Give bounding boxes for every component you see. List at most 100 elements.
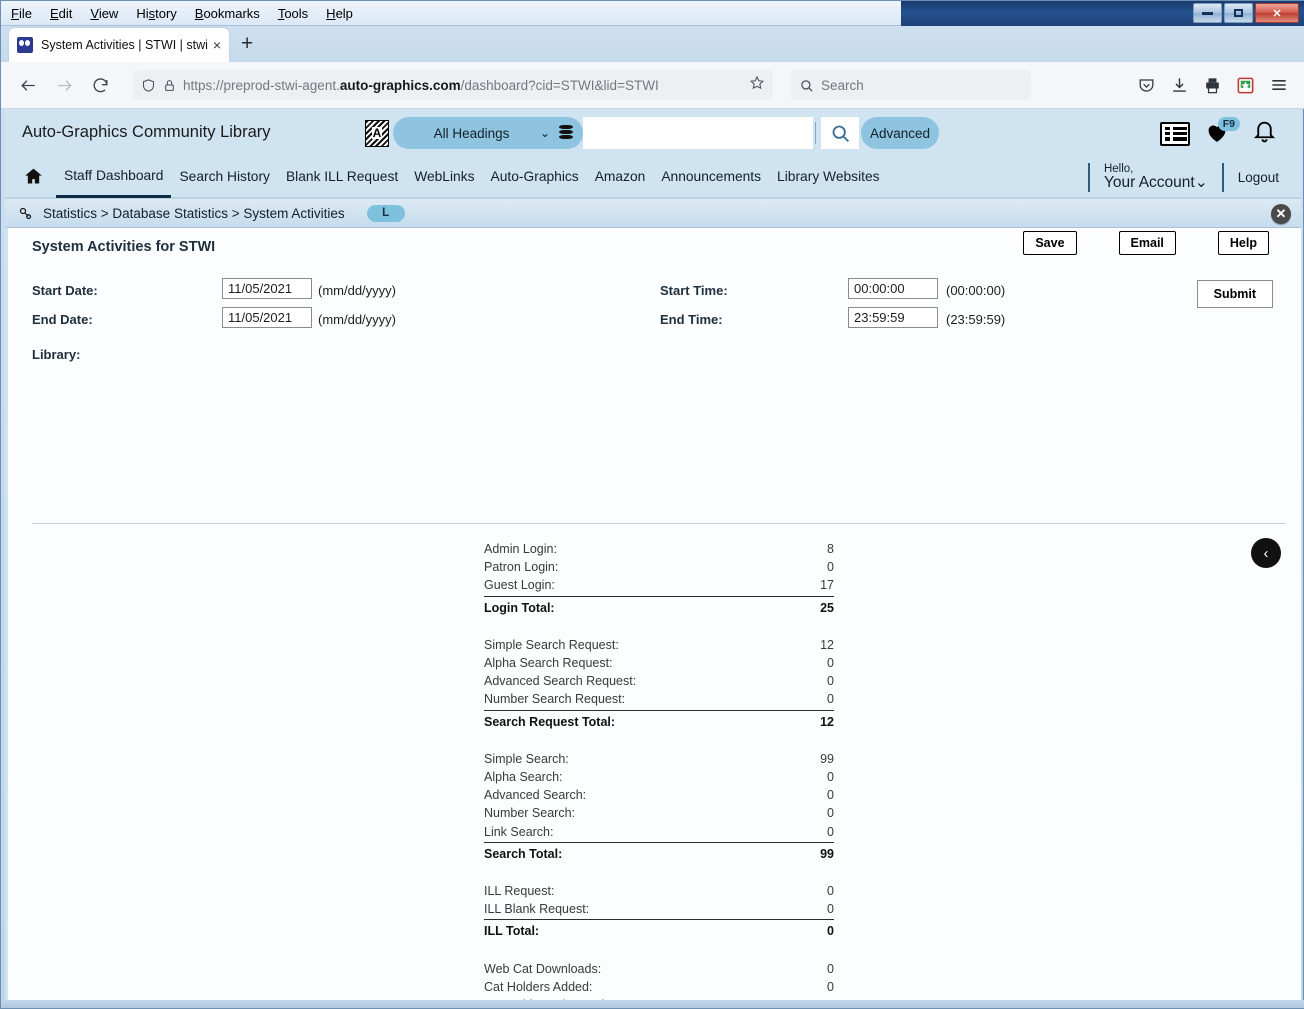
menu-edit[interactable]: Edit [50,6,72,21]
search-scope-select[interactable]: All Headings ⌄ [393,117,583,149]
nav-label: Library Websites [777,169,880,184]
menu-bookmarks[interactable]: Bookmarks [195,6,260,21]
alphabet-scope-icon[interactable]: A [365,119,389,147]
header-icon-group: F9 [1160,116,1277,149]
bookmark-star-icon[interactable] [749,75,765,96]
stat-value: 0 [827,692,834,707]
collapse-panel-arrow-icon[interactable]: ‹ [1251,538,1281,568]
toolbar-buttons: Save Email Help [981,231,1269,255]
menu-help[interactable]: Help [326,6,353,21]
nav-item-weblinks[interactable]: WebLinks [406,155,482,198]
breadcrumb[interactable]: Statistics > Database Statistics > Syste… [43,206,345,221]
start-date-label: Start Date: [32,283,98,298]
help-button[interactable]: Help [1217,231,1269,255]
nav-item-library-websites[interactable]: Library Websites [769,155,888,198]
start-date-input[interactable] [222,278,312,299]
stat-label: ILL Request: [484,884,555,899]
account-menu[interactable]: Hello, Your Account⌄ [1090,156,1222,199]
pocket-icon[interactable] [1137,76,1156,95]
start-time-input[interactable] [848,278,938,299]
url-bar[interactable]: https://preprod-stwi-agent.auto-graphics… [133,70,773,100]
browser-navbar: https://preprod-stwi-agent.auto-graphics… [1,62,1304,109]
end-date-input[interactable] [222,307,312,328]
lock-icon [163,78,176,93]
close-panel-icon[interactable]: ✕ [1271,204,1291,224]
stat-row: ILL Request: 0 [484,882,834,900]
header-search-group: A All Headings ⌄ Advanced [365,117,939,149]
stat-row: Web Cat Downloads: 0 [484,960,834,978]
email-button[interactable]: Email [1118,231,1176,255]
search-input[interactable] [583,117,813,149]
browser-search-bar[interactable]: Search [791,70,1031,100]
nav-label: Announcements [661,169,762,184]
stat-row: Guest Login: 17 [484,576,834,597]
stat-value: 0 [827,674,834,689]
browser-tab[interactable]: System Activities | STWI | stwi | A × [9,28,229,62]
favorites-icon[interactable]: F9 [1204,116,1240,148]
section-divider [32,523,1286,524]
menu-history[interactable]: History [136,6,176,21]
hamburger-menu-icon[interactable] [1269,75,1289,95]
nav-item-amazon[interactable]: Amazon [587,155,654,198]
my-lists-icon[interactable] [1160,121,1190,146]
close-button[interactable]: ✕ [1255,3,1299,23]
search-submit-icon[interactable] [821,117,859,149]
submit-button[interactable]: Submit [1196,280,1273,308]
stat-label: ILL Blank Request: [484,902,590,917]
window-bottom-strip [1,1000,1304,1008]
menu-tools[interactable]: Tools [278,6,308,21]
stat-label: Link Search: [484,824,554,839]
nav-item-blank-ill-request[interactable]: Blank ILL Request [278,155,406,198]
save-button[interactable]: Save [1023,231,1077,255]
stat-row: Number Search: 0 [484,804,834,822]
logout-link[interactable]: Logout [1224,156,1301,199]
stat-group-search: Simple Search: 99 Alpha Search: 0 Advanc… [484,750,834,863]
favorites-badge: F9 [1217,116,1240,131]
start-date-hint: (mm/dd/yyyy) [318,283,396,298]
stat-total-label: Search Total: [484,846,563,861]
url-text: https://preprod-stwi-agent.auto-graphics… [183,78,743,93]
nav-item-search-history[interactable]: Search History [171,155,277,198]
start-time-label: Start Time: [660,283,728,298]
library-badge[interactable]: L [366,204,405,222]
nav-item-staff-dashboard[interactable]: Staff Dashboard [56,155,172,198]
extension-icon[interactable] [1236,76,1255,95]
tab-favicon-icon [17,37,33,53]
reload-icon[interactable] [85,70,115,100]
stat-total-label: Search Request Total: [484,714,616,729]
end-time-label: End Time: [660,312,723,327]
notifications-bell-icon[interactable] [1252,118,1277,149]
start-time-hint: (00:00:00) [946,283,1006,298]
maximize-button[interactable] [1224,3,1253,23]
stat-label: Web Cat Downloads: [484,961,602,976]
menu-view[interactable]: View [90,6,118,21]
web-page: Auto-Graphics Community Library A All He… [5,109,1301,1002]
nav-label: Auto-Graphics [490,169,579,184]
nav-item-auto-graphics[interactable]: Auto-Graphics [483,155,587,198]
window-controls: ✕ [1193,3,1299,23]
advanced-search-button[interactable]: Advanced [861,117,939,149]
navbar-actions [1137,75,1293,95]
stat-label: Patron Login: [484,560,559,575]
download-icon[interactable] [1170,76,1189,95]
tab-close-icon[interactable]: × [213,37,221,53]
new-tab-button[interactable]: + [241,33,253,54]
search-divider [815,122,816,144]
back-icon[interactable] [13,70,43,100]
print-icon[interactable] [1203,76,1222,95]
stat-total-value: 25 [820,600,834,615]
stat-total-row: Search Total: 99 [484,843,834,863]
home-icon[interactable] [23,166,44,187]
nav-label: WebLinks [414,169,475,184]
menu-file[interactable]: File [11,6,32,21]
stat-row: ILL Blank Request: 0 [484,900,834,921]
search-scope-label: All Headings [433,125,510,141]
end-time-input[interactable] [848,307,938,328]
forward-icon[interactable] [49,70,79,100]
statistics-table: Admin Login: 8 Patron Login: 0 Guest Log… [484,540,834,1002]
stat-total-label: Login Total: [484,600,555,615]
database-icon[interactable] [559,125,573,141]
nav-item-announcements[interactable]: Announcements [653,155,769,198]
minimize-button[interactable] [1193,3,1222,23]
stat-value: 99 [820,751,834,766]
